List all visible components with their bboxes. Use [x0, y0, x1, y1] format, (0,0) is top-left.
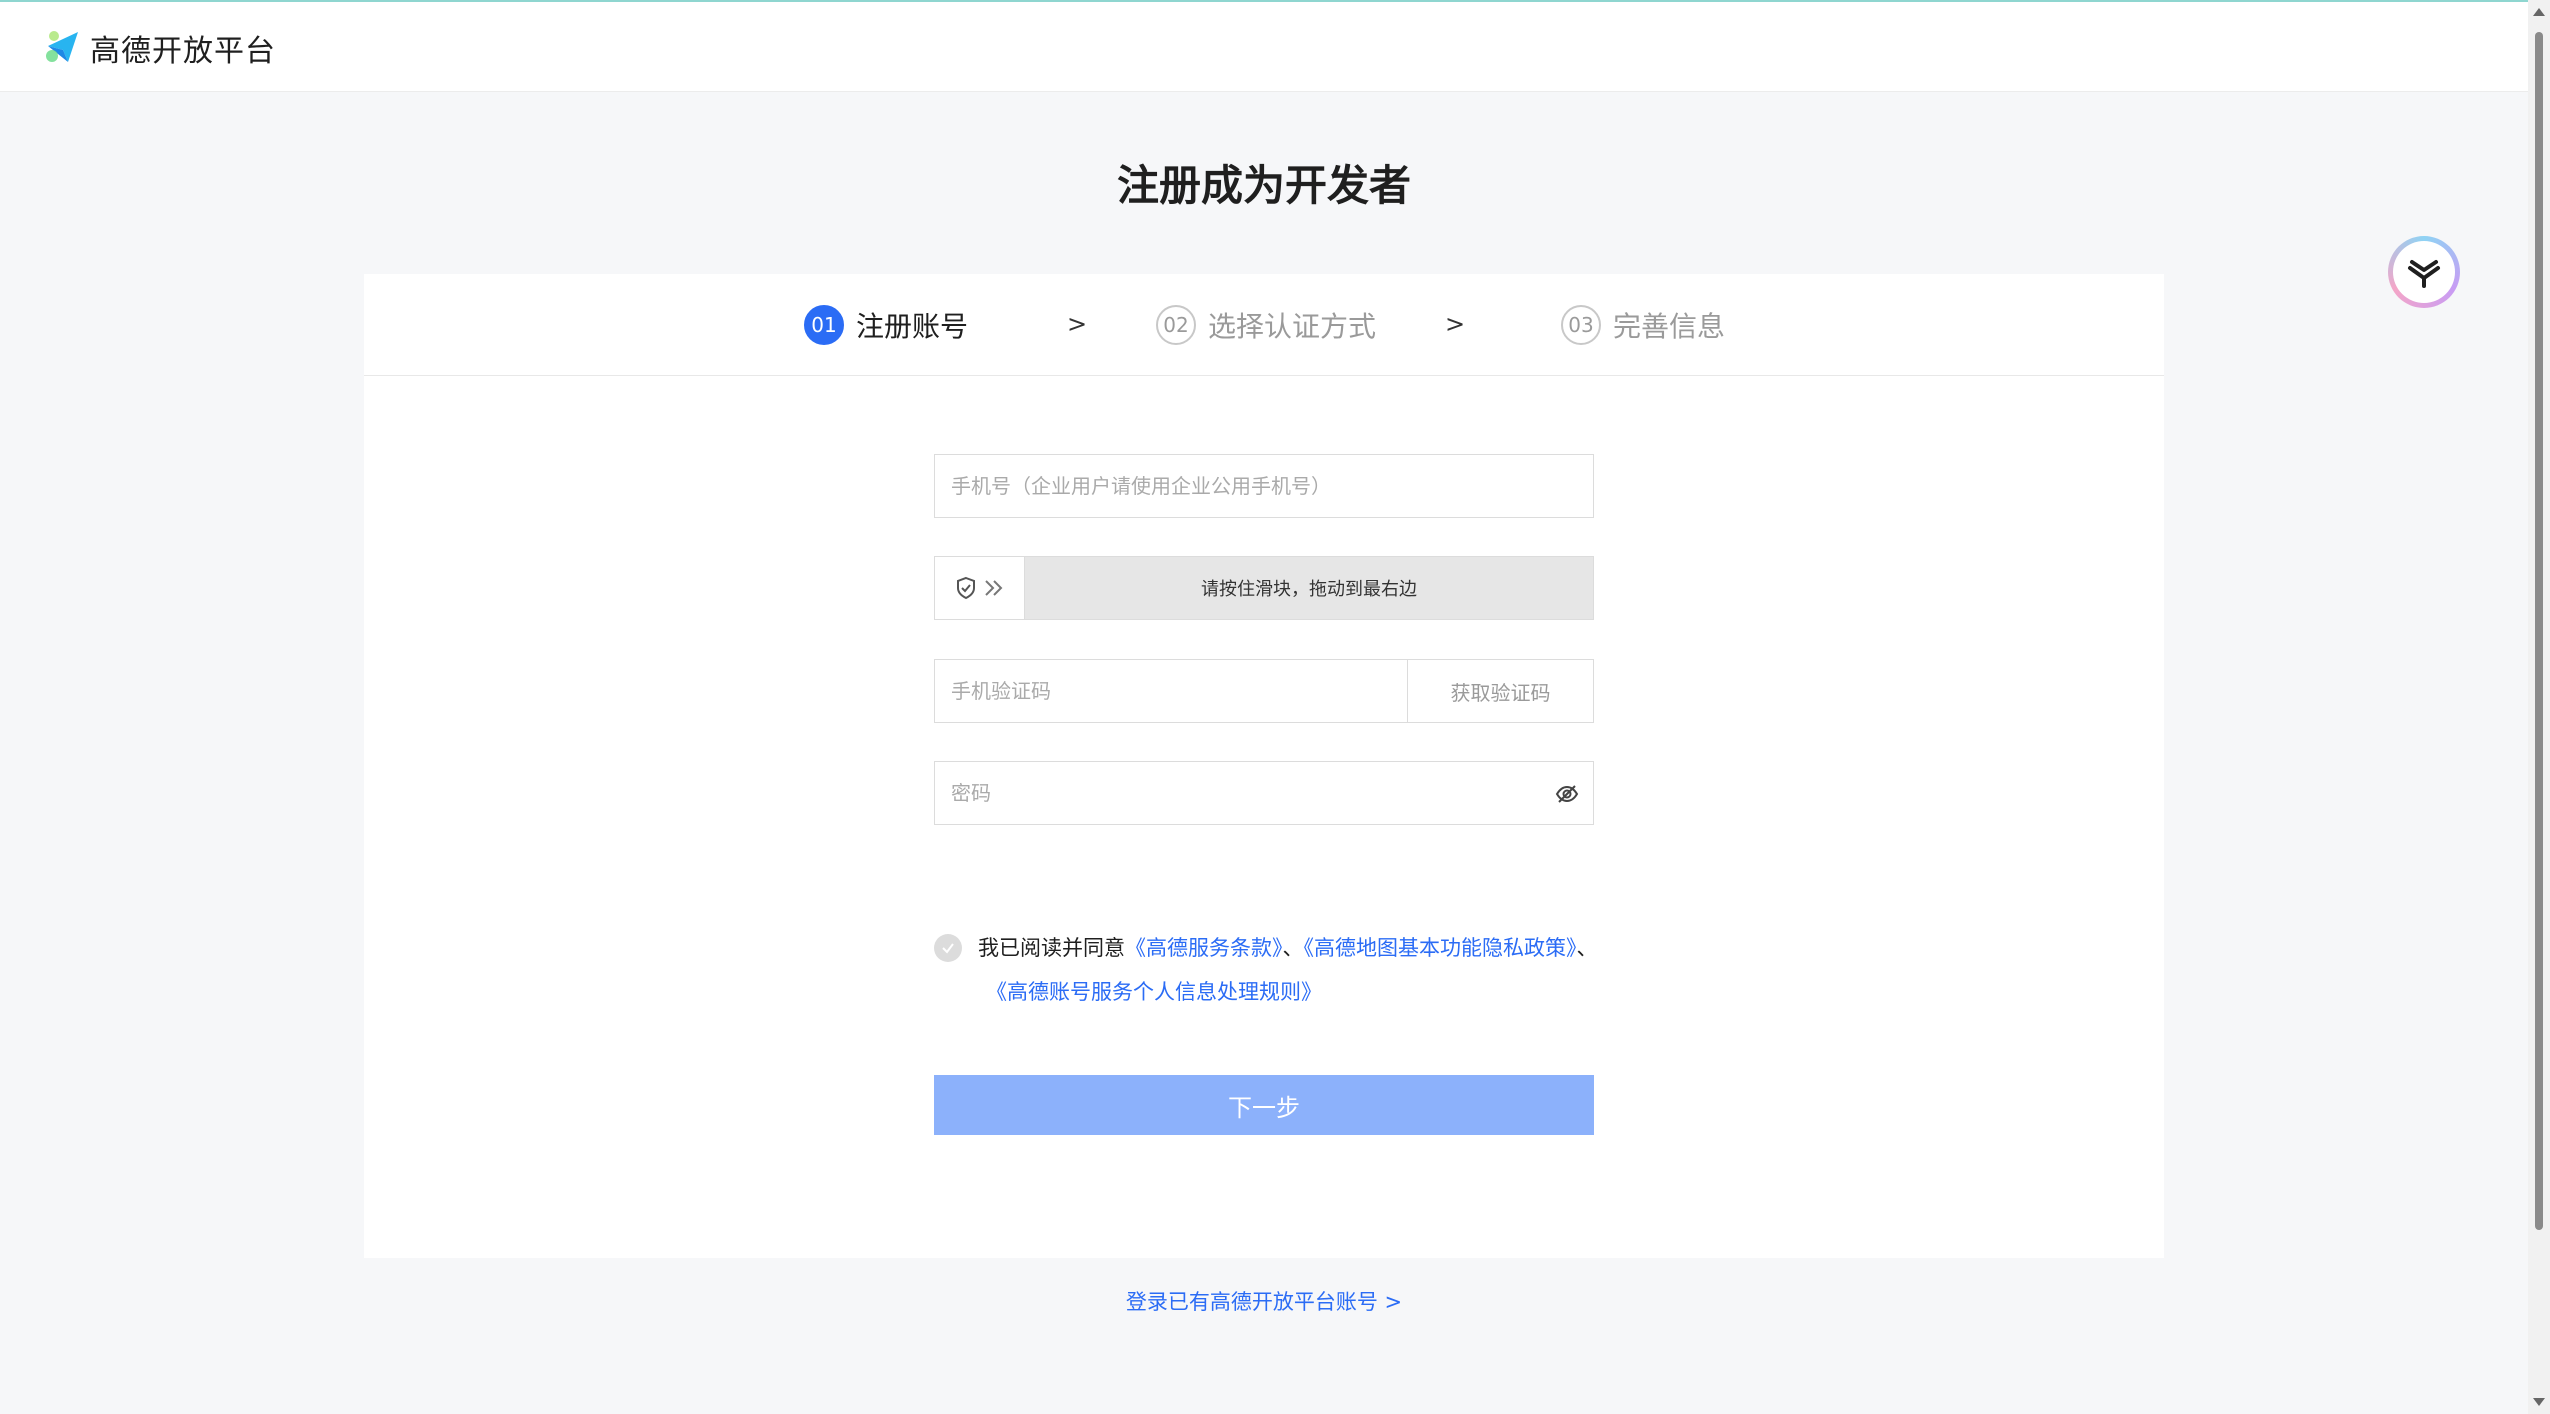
shield-icon	[956, 576, 975, 600]
phone-field	[934, 454, 1594, 518]
step-separator: >	[1445, 310, 1466, 338]
login-existing-account-link[interactable]: 登录已有高德开放平台账号 >	[0, 1286, 2528, 1316]
step-number: 01	[804, 305, 844, 345]
brand-name: 高德开放平台	[90, 34, 276, 69]
step-3: 03 完善信息	[1561, 304, 1725, 346]
double-chevron-icon	[984, 580, 1002, 596]
step-number: 03	[1561, 305, 1601, 345]
step-label: 注册账号	[856, 310, 969, 343]
logo-icon	[44, 26, 84, 70]
register-card: 01 注册账号 > 02 选择认证方式 > 03 完善信息 请按住滑块，拖动到最	[364, 274, 2164, 1258]
check-icon	[942, 943, 954, 954]
scroll-up-arrow-icon[interactable]	[2533, 8, 2545, 16]
logo[interactable]: 高德开放平台	[44, 26, 276, 70]
scroll-thumb[interactable]	[2535, 32, 2543, 1230]
step-2: 02 选择认证方式	[1156, 304, 1376, 346]
next-step-button[interactable]: 下一步	[934, 1075, 1594, 1135]
step-1: 01 注册账号	[804, 304, 968, 346]
agreement-text: 我已阅读并同意《高德服务条款》、《高德地图基本功能隐私政策》、	[978, 934, 1598, 962]
agreement-separator: 、	[1576, 936, 1598, 960]
sms-code-field: 获取验证码	[934, 659, 1594, 723]
agreement-prefix: 我已阅读并同意	[978, 936, 1125, 960]
page-title: 注册成为开发者	[1116, 161, 1411, 210]
steps-bar: 01 注册账号 > 02 选择认证方式 > 03 完善信息	[364, 274, 2164, 376]
agreement-text-line2: 《高德账号服务个人信息处理规则》	[986, 978, 1322, 1006]
slider-captcha[interactable]: 请按住滑块，拖动到最右边	[934, 556, 1594, 620]
terms-link[interactable]: 《高德服务条款》	[1125, 936, 1283, 960]
phone-input[interactable]	[935, 455, 1593, 517]
password-field	[934, 761, 1594, 825]
top-bar: 高德开放平台	[0, 0, 2528, 92]
assistant-button[interactable]	[2388, 236, 2460, 308]
password-input[interactable]	[935, 762, 1593, 824]
slider-handle[interactable]	[935, 557, 1025, 619]
step-label: 完善信息	[1613, 310, 1726, 343]
assistant-icon	[2408, 260, 2440, 288]
eye-off-icon[interactable]	[1555, 782, 1579, 806]
agreement-separator: 、	[1282, 936, 1304, 960]
privacy-link[interactable]: 《高德地图基本功能隐私政策》	[1304, 936, 1577, 960]
account-rules-link[interactable]: 《高德账号服务个人信息处理规则》	[986, 980, 1322, 1004]
scrollbar[interactable]	[2528, 0, 2550, 1414]
step-separator: >	[1067, 310, 1088, 338]
sms-code-input[interactable]	[935, 660, 1407, 722]
agree-checkbox[interactable]	[934, 934, 962, 962]
step-label: 选择认证方式	[1208, 310, 1377, 343]
step-number: 02	[1156, 305, 1196, 345]
slider-hint: 请按住滑块，拖动到最右边	[1201, 579, 1417, 600]
scroll-down-arrow-icon[interactable]	[2533, 1398, 2545, 1406]
get-code-button[interactable]: 获取验证码	[1407, 660, 1593, 722]
